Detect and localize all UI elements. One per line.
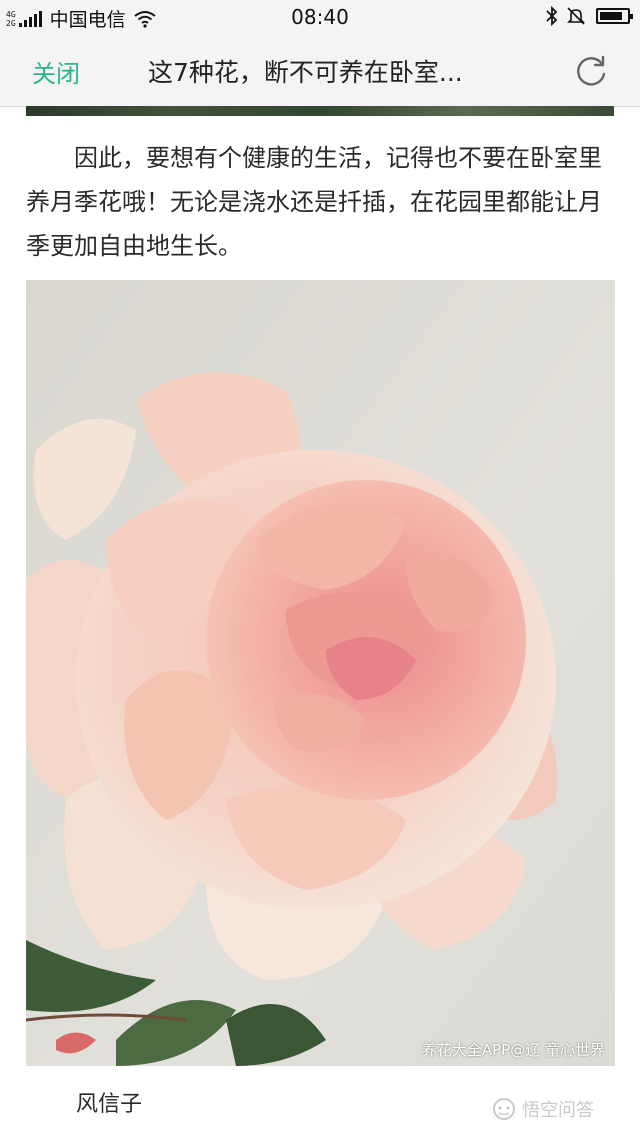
status-right (538, 6, 633, 26)
rose-photo: 养花大全APP@辽 童心世界 (26, 280, 615, 1066)
previous-image-bottom (26, 106, 614, 116)
bluetooth-icon (546, 6, 558, 26)
wukong-logo-icon (493, 1098, 515, 1120)
wukong-logo: 悟空问答 (492, 1096, 594, 1122)
battery-icon (596, 8, 633, 24)
refresh-icon[interactable] (572, 52, 610, 90)
bell-mute-icon (567, 7, 585, 25)
close-button[interactable]: 关闭 (32, 54, 80, 89)
status-bar: 4G 2G 中国电信 08:40 (0, 0, 640, 34)
rose-image (26, 280, 615, 1066)
nav-bar: 关闭 这7种花，断不可养在卧室... (0, 34, 640, 107)
caption-text: 风信子 (76, 1092, 143, 1117)
image-watermark: 养花大全APP@辽 童心世界 (421, 1041, 605, 1059)
wukong-logo-text: 悟空问答 (522, 1100, 594, 1121)
article-paragraph: 因此，要想有个健康的生活，记得也不要在卧室里养月季花哦！无论是浇水还是扦插，在花… (26, 144, 602, 260)
page-title: 这7种花，断不可养在卧室... (148, 58, 463, 87)
